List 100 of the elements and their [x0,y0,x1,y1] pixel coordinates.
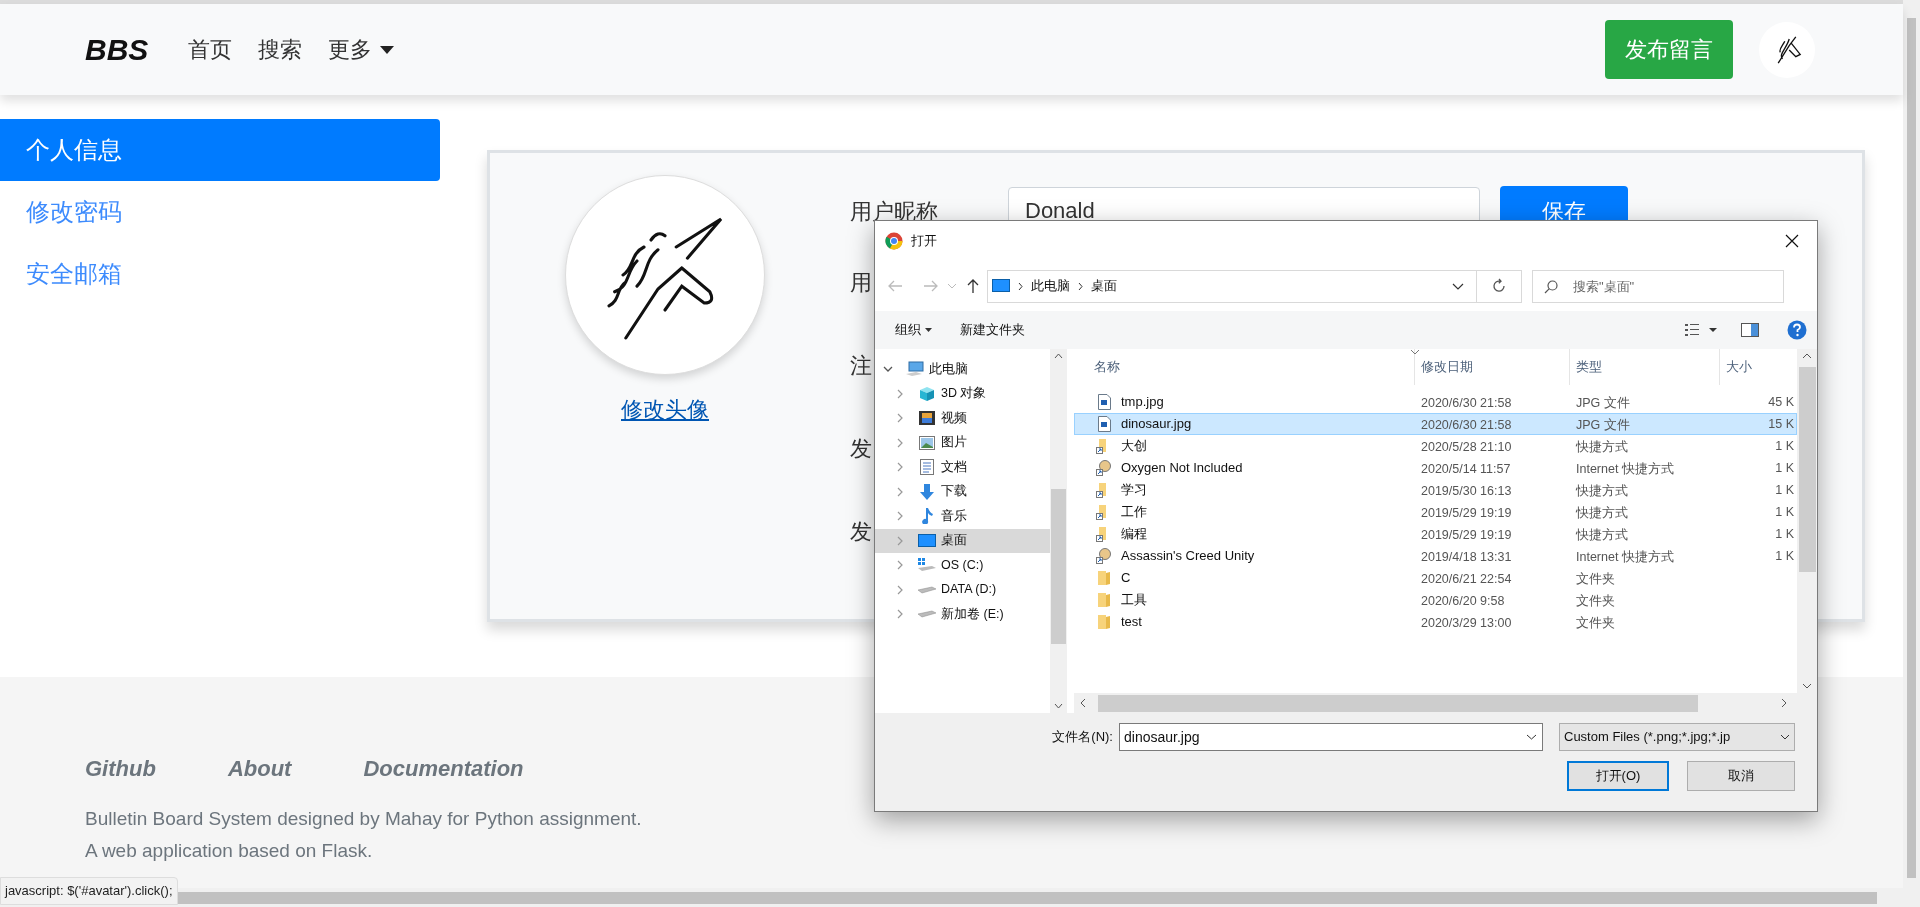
scroll-down-icon[interactable] [1054,703,1063,709]
file-date: 2019/5/30 16:13 [1421,484,1512,498]
scroll-up-icon[interactable] [1802,353,1812,359]
file-row[interactable]: dinosaur.jpg 2020/6/30 21:58 JPG 文件 15 K [1074,413,1797,435]
chevron-right-icon[interactable] [897,560,903,571]
nav-link[interactable]: 首页 [188,33,233,66]
dialog-title: 打开 [911,232,937,251]
tree-item[interactable]: OS (C:) [875,553,1050,578]
chevron-down-icon[interactable] [1452,282,1464,290]
close-icon[interactable] [1785,234,1799,248]
file-size: 1 K [1775,547,1794,565]
file-row[interactable]: Assassin's Creed Unity 2019/4/18 13:31 Internet 快捷方式 1 K [1074,545,1797,567]
tree-item[interactable]: 桌面 [875,528,1050,553]
file-row[interactable]: test 2020/3/29 13:00 文件夹 [1074,611,1797,633]
chevron-right-icon[interactable] [897,511,903,522]
vertical-scrollbar[interactable] [1050,349,1067,713]
tree-item[interactable]: 此电脑 [875,357,1050,382]
page-scrollbar[interactable] [1903,0,1920,888]
back-icon[interactable] [887,279,903,293]
nav-link[interactable]: 更多 [328,33,395,66]
file-size: 1 K [1775,503,1794,521]
tree-item[interactable]: 音乐 [875,504,1050,529]
file-row[interactable]: tmp.jpg 2020/6/30 21:58 JPG 文件 45 K [1074,391,1797,413]
tree-item[interactable]: 3D 对象 [875,381,1050,406]
file-type-dropdown[interactable]: Custom Files (*.png;*.jpg;*.jp [1559,723,1795,751]
scroll-down-icon[interactable] [1802,683,1812,689]
tree-item[interactable]: DATA (D:) [875,577,1050,602]
column-header[interactable]: 名称 [1094,357,1120,377]
download-icon [920,483,934,500]
chevron-right-icon[interactable] [897,413,903,424]
file-name: C [1121,569,1131,588]
file-row[interactable]: 工具 2020/6/20 9:58 文件夹 [1074,589,1797,611]
file-name: 大创 [1121,437,1147,456]
column-header[interactable]: 修改日期 [1421,357,1473,377]
horizontal-scrollbar[interactable] [1074,693,1817,713]
music-note-icon [921,508,933,525]
tree-item[interactable]: 视频 [875,406,1050,431]
nav-link[interactable]: 搜索 [258,33,303,66]
chevron-down-icon[interactable] [883,366,893,373]
footer-link[interactable]: Documentation [363,752,524,785]
file-date: 2020/6/30 21:58 [1421,418,1512,432]
address-bar[interactable]: 此电脑 桌面 [987,269,1522,303]
file-date: 2019/5/29 19:19 [1421,506,1512,520]
file-row[interactable]: 大创 2020/5/28 21:10 快捷方式 1 K [1074,435,1797,457]
desktop-icon [992,279,1010,293]
column-header[interactable]: 大小 [1726,357,1752,377]
brand-logo[interactable]: BBS [85,27,149,72]
breadcrumb-item[interactable]: 此电脑 [1031,276,1070,296]
file-type: 快捷方式 [1576,440,1628,454]
file-type: 文件夹 [1576,594,1615,608]
file-row[interactable]: C 2020/6/21 22:54 文件夹 [1074,567,1797,589]
file-row[interactable]: 编程 2019/5/29 19:19 快捷方式 1 K [1074,523,1797,545]
preview-pane-icon[interactable] [1741,323,1759,337]
new-folder-button[interactable]: 新建文件夹 [960,320,1025,340]
column-header[interactable]: 类型 [1576,357,1602,377]
horizontal-scrollbar[interactable] [0,888,1920,907]
scroll-left-icon[interactable] [1080,698,1086,708]
drive-icon [918,585,936,594]
vertical-scrollbar[interactable] [1797,349,1817,693]
search-field[interactable]: 搜索"桌面" [1532,269,1784,303]
scroll-right-icon[interactable] [1781,698,1787,708]
browser-icon [885,232,903,250]
field-label: 发 [850,436,872,461]
chevron-right-icon[interactable] [897,535,903,546]
file-type: 快捷方式 [1576,484,1628,498]
chevron-right-icon[interactable] [897,584,903,595]
file-name: tmp.jpg [1121,393,1164,412]
computer-icon [906,361,924,378]
chevron-down-icon[interactable] [1526,734,1537,740]
refresh-icon[interactable] [1491,278,1507,294]
view-options-icon[interactable] [1685,323,1719,337]
filename-field[interactable]: dinosaur.jpg [1119,723,1543,751]
chevron-right-icon[interactable] [897,486,903,497]
chevron-right-icon[interactable] [897,388,903,399]
chevron-right-icon[interactable] [897,609,903,620]
chevron-right-icon[interactable] [897,462,903,473]
file-date: 2019/4/18 13:31 [1421,550,1512,564]
cancel-button[interactable]: 取消 [1687,761,1795,791]
file-size: 1 K [1775,481,1794,499]
up-icon[interactable] [967,278,979,294]
chevron-right-icon[interactable] [897,437,903,448]
file-row[interactable]: 学习 2019/5/30 16:13 快捷方式 1 K [1074,479,1797,501]
forward-icon[interactable] [923,279,939,293]
footer-link[interactable]: Github [85,752,156,785]
file-size: 1 K [1775,459,1794,477]
file-row[interactable]: Oxygen Not Included 2020/5/14 11:57 Internet 快捷方式 1 K [1074,457,1797,479]
tree-item[interactable]: 下载 [875,479,1050,504]
help-icon[interactable] [1787,320,1807,340]
drive-icon [918,558,936,573]
tree-item[interactable]: 新加卷 (E:) [875,602,1050,627]
open-button[interactable]: 打开(O) [1567,761,1669,791]
tree-item[interactable]: 文档 [875,455,1050,480]
organize-menu[interactable]: 组织 [895,320,932,340]
footer-link[interactable]: About [227,752,292,785]
breadcrumb-item[interactable]: 桌面 [1091,276,1117,296]
sidebar-item[interactable]: 个人信息 [0,119,440,181]
tree-item[interactable]: 图片 [875,430,1050,455]
scroll-up-icon[interactable] [1054,353,1063,359]
change-avatar-link[interactable]: 修改头像 [621,393,709,426]
file-row[interactable]: 工作 2019/5/29 19:19 快捷方式 1 K [1074,501,1797,523]
